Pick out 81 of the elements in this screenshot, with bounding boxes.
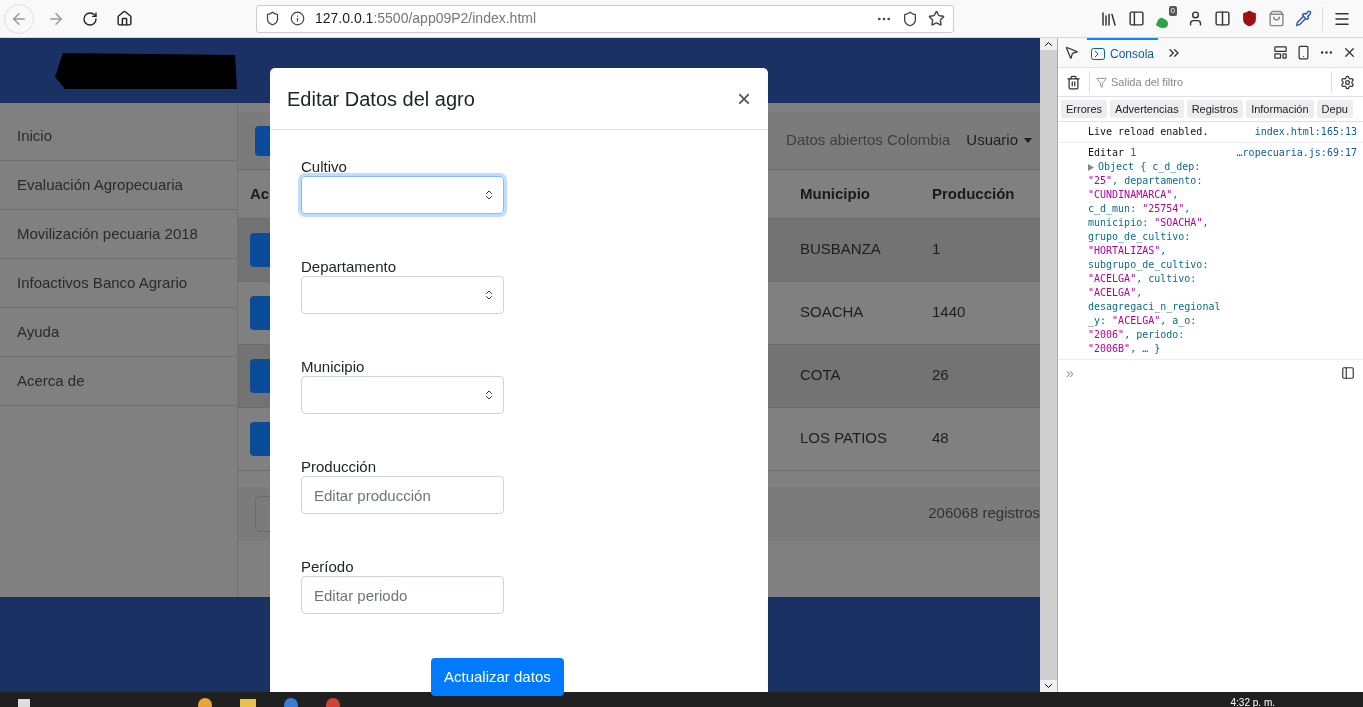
text-field[interactable]: Editar producción xyxy=(301,476,504,514)
field-label: Período xyxy=(301,558,355,576)
home-icon xyxy=(115,10,133,27)
log-message: Editar 1 xyxy=(1088,146,1137,160)
address-bar[interactable]: 127.0.0.1:5500/app09P2/index.html xyxy=(256,4,954,33)
sidebar-icon[interactable] xyxy=(1128,10,1145,27)
log-object[interactable]: Object { c_d_dep: "25", departamento: "CUNDINAMARCA", c_d_mun: "25754", municipio: "SOACHA", grupo_de_cultivo: "HORTALIZAS", subgrupo_de_cultivo: "ACELGA", cultivo: "ACELGA", desagregaci_n_regional _y: "ACELGA", a_o: "2006", periodo: "2006B", … } xyxy=(1088,160,1357,356)
record-count: 206068 registros xyxy=(928,503,1040,524)
scroll-down-icon[interactable] xyxy=(1040,680,1057,692)
select-field[interactable] xyxy=(301,276,504,314)
select-field[interactable] xyxy=(301,376,504,414)
sidebar-item[interactable]: Evaluación Agropecuaria xyxy=(0,161,237,210)
split-console-icon[interactable] xyxy=(1341,366,1355,380)
bag-icon[interactable] xyxy=(1268,10,1285,27)
sidebar-item[interactable]: Acerca de xyxy=(0,357,237,406)
select-field[interactable] xyxy=(301,176,504,214)
library-icon[interactable] xyxy=(1100,9,1118,28)
layout-icon[interactable] xyxy=(1273,45,1288,60)
column-header: Municipio xyxy=(800,170,932,218)
table-cell: LOS PATIOS xyxy=(800,407,932,470)
column-header: Ac xyxy=(250,184,270,202)
sidebar-item[interactable]: Ayuda xyxy=(0,308,237,357)
field-label: Cultivo xyxy=(301,158,348,176)
field-label: Municipio xyxy=(301,358,366,376)
text-field[interactable]: Editar periodo xyxy=(301,576,504,614)
filter-button[interactable]: Depu xyxy=(1316,100,1353,118)
table-cell: COTA xyxy=(800,344,932,407)
account-icon[interactable] xyxy=(1187,10,1204,27)
up-down-icon xyxy=(483,289,495,301)
sidebar-item[interactable]: Movilización pecuaria 2018 xyxy=(0,210,237,259)
table-cell: 26 xyxy=(932,344,1040,407)
filter-button[interactable]: Registros xyxy=(1186,100,1244,118)
log-message: Live reload enabled. xyxy=(1088,125,1209,139)
info-icon xyxy=(290,11,305,26)
table-cell: SOACHA xyxy=(800,281,932,344)
table-cell: 1440 xyxy=(932,281,1040,344)
table-cell: BUSBANZA xyxy=(800,218,932,281)
start-icon[interactable] xyxy=(18,698,30,707)
log-source[interactable]: index.html:165:13 xyxy=(1254,125,1357,139)
pipette-icon[interactable] xyxy=(1295,10,1312,27)
responsive-icon[interactable] xyxy=(1296,45,1311,60)
filter-button[interactable]: Advertencias xyxy=(1110,100,1184,118)
close-button[interactable]: × xyxy=(737,86,751,111)
user-menu[interactable]: Usuario xyxy=(966,129,1032,152)
up-down-icon xyxy=(483,189,495,201)
field-label: Producción xyxy=(301,458,378,476)
filter-field[interactable]: Salida del filtro xyxy=(1111,73,1325,91)
scrollbar[interactable] xyxy=(1040,38,1058,692)
field-label: Departamento xyxy=(301,258,398,276)
shield-icon xyxy=(265,11,280,26)
table-cell: 48 xyxy=(932,407,1040,470)
scroll-up-icon[interactable] xyxy=(1040,38,1057,50)
update-button[interactable]: Actualizar datos xyxy=(431,658,564,696)
caret-icon xyxy=(1024,138,1032,143)
extension-badge: 0 xyxy=(1168,5,1177,16)
sidebar-item[interactable]: Infoactivos Banco Agrario xyxy=(0,259,237,308)
app-icon[interactable] xyxy=(198,697,212,707)
table-cell: 1 xyxy=(932,218,1040,281)
url-text: 127.0.0.1:5500/app09P2/index.html xyxy=(315,9,537,28)
shield-icon[interactable] xyxy=(1241,10,1258,27)
trash-icon[interactable] xyxy=(1066,74,1081,90)
up-down-icon xyxy=(483,389,495,401)
sidebar-item[interactable]: Inicio xyxy=(0,112,237,161)
app-icon[interactable] xyxy=(326,697,340,707)
column-header: Producción xyxy=(932,170,1040,218)
reload-icon xyxy=(82,10,98,27)
expand-icon[interactable] xyxy=(1088,163,1094,171)
clock: 4:32 p. m. xyxy=(1230,697,1275,707)
folder-icon[interactable] xyxy=(240,698,256,707)
settings-icon[interactable] xyxy=(1340,74,1355,90)
console-icon xyxy=(1091,47,1105,60)
star-icon[interactable] xyxy=(928,10,945,27)
picker-icon[interactable] xyxy=(1064,45,1079,60)
log-source[interactable]: …ropecuaria.js:69:17 xyxy=(1236,146,1357,160)
extension-icon[interactable]: 0 xyxy=(1155,8,1177,29)
close-icon[interactable] xyxy=(1342,45,1357,60)
filter-icon xyxy=(1096,76,1107,88)
dialog-title: Editar Datos del agro xyxy=(287,86,475,112)
app-icon[interactable] xyxy=(284,697,298,707)
filter-button[interactable]: Errores xyxy=(1061,100,1108,118)
filter-button[interactable]: Información xyxy=(1246,100,1314,118)
